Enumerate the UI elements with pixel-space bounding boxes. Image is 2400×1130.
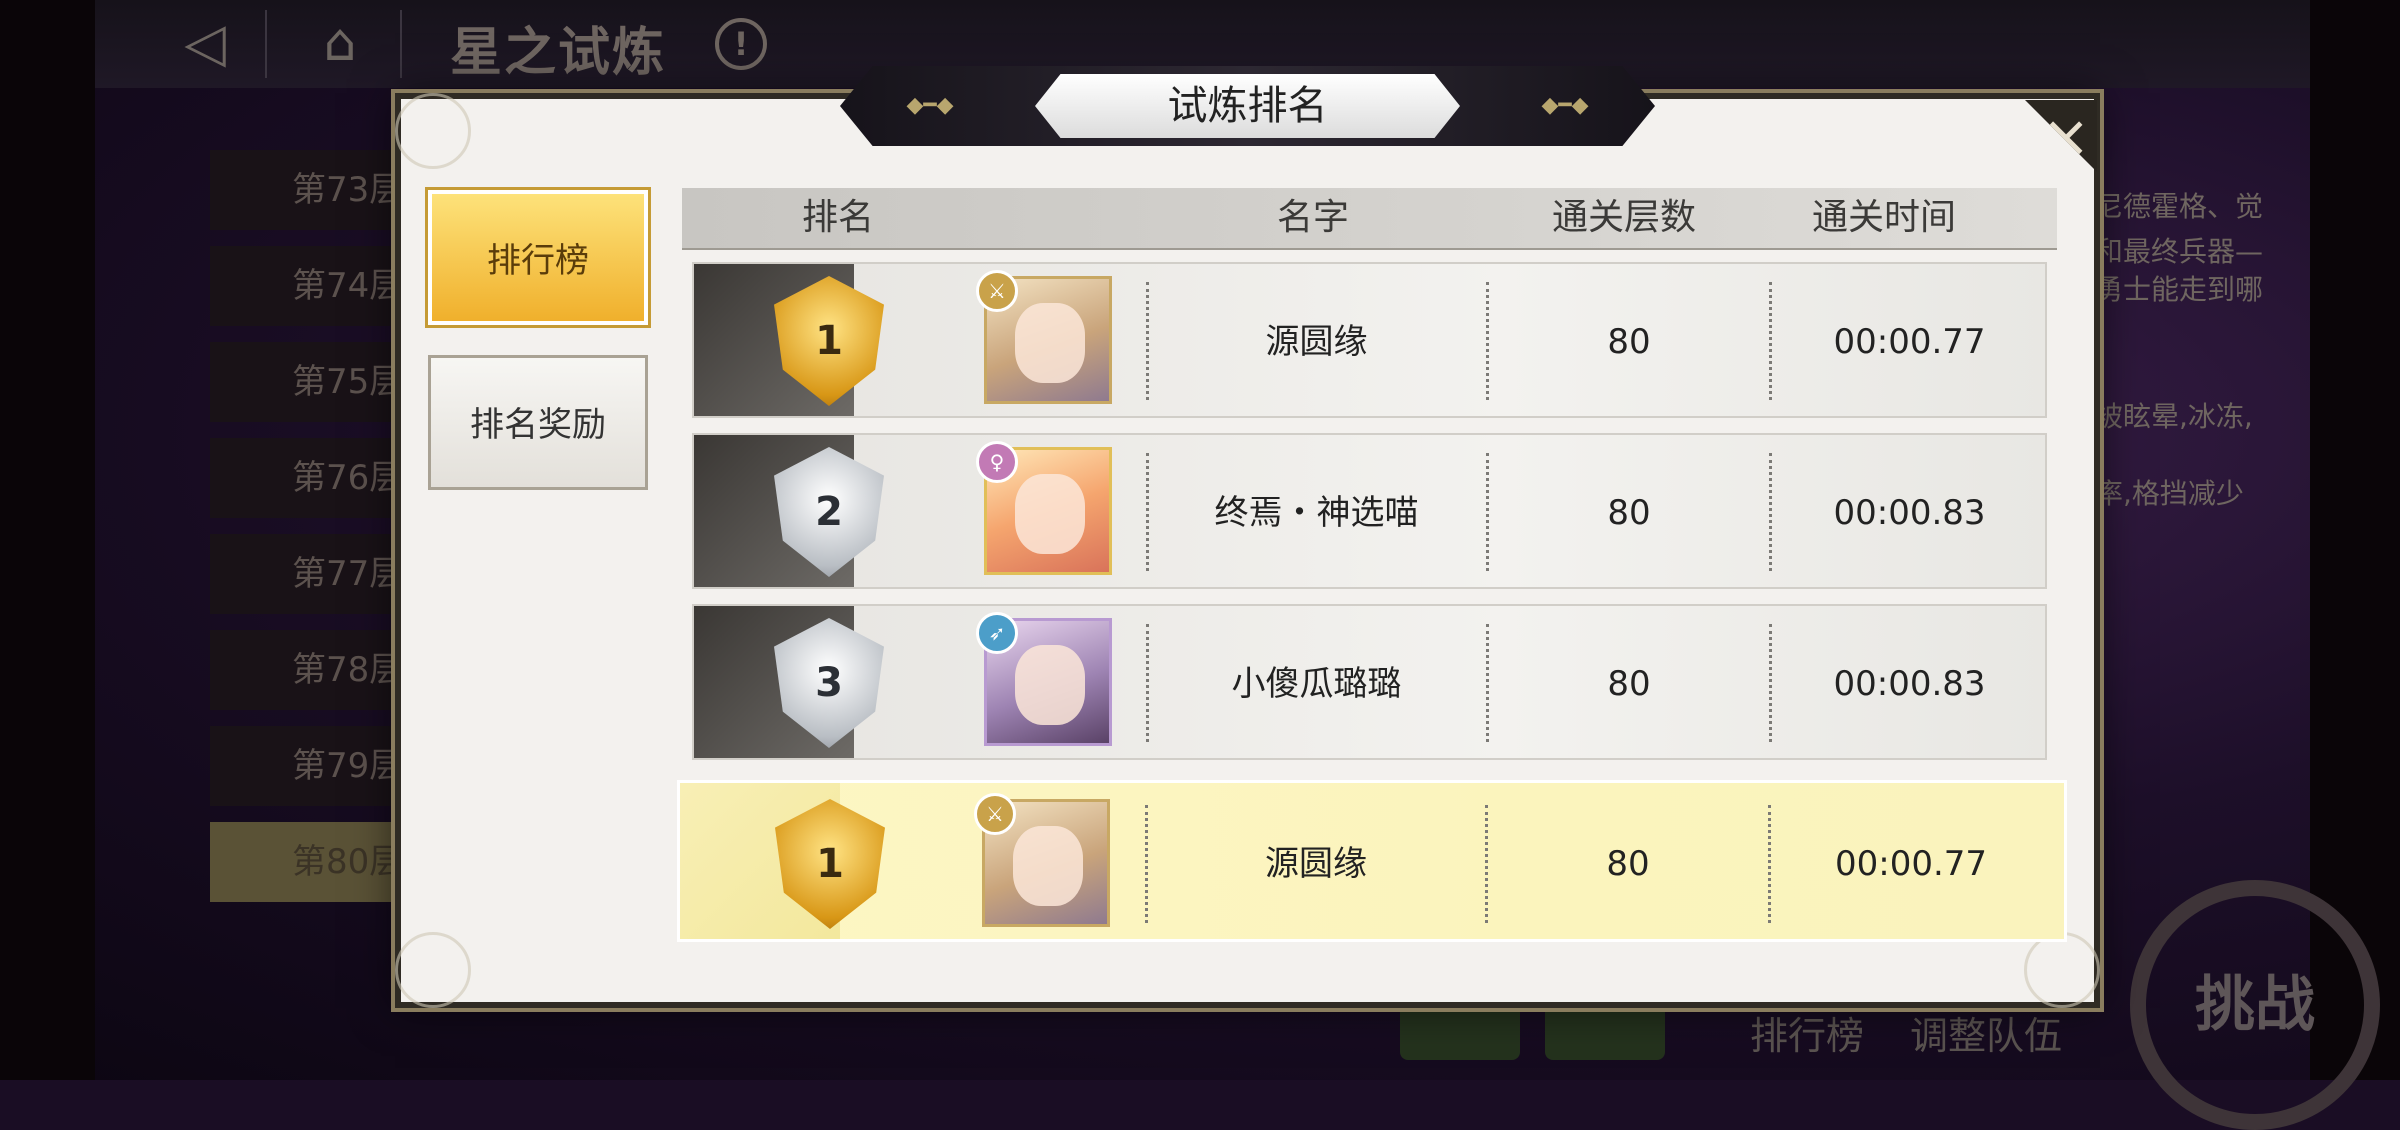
description-text: 率,格挡减少 [2095, 477, 2244, 510]
dialog-title: 试炼排名 [1035, 74, 1460, 138]
avatar-face [1015, 645, 1085, 725]
divider [265, 10, 267, 78]
corner-ornament [2024, 932, 2100, 1008]
my-rank-row[interactable]: 1 ⚔ 源圆缘 80 00:00.77 [677, 780, 2067, 942]
clear-time: 00:00.77 [1833, 322, 1986, 362]
corner-ornament [395, 932, 471, 1008]
team-icon [1545, 1000, 1665, 1060]
column-header-name: 名字 [1277, 197, 1350, 238]
description-text: 勇士能走到哪 [2095, 273, 2264, 306]
player-name: 小傻瓜璐璐 [1231, 664, 1402, 704]
cleared-floors: 80 [1607, 664, 1651, 704]
description-text: 被眩晕,冰冻, [2095, 400, 2253, 433]
player-name: 源圆缘 [1265, 844, 1367, 884]
leaderboard-button[interactable]: 排行榜 [1750, 1005, 1864, 1060]
table-row[interactable]: 3 ➶ 小傻瓜璐璐 80 00:00.83 [692, 604, 2047, 760]
clear-time: 00:00.83 [1833, 664, 1986, 704]
description-text: 和最终兵器— [2095, 235, 2264, 268]
avatar-face [1015, 303, 1085, 383]
column-header-time: 通关时间 [1812, 197, 1957, 238]
description-text: 尼德霍格、觉 [2095, 190, 2264, 223]
info-icon[interactable]: ! [715, 18, 767, 70]
tab-rank-rewards[interactable]: 排名奖励 [428, 355, 648, 490]
dialog-title-plate: ◆━◆ 试炼排名 ◆━◆ [840, 66, 1655, 146]
screen-edge-left [0, 0, 95, 1080]
tab-leaderboard[interactable]: 排行榜 [428, 190, 648, 325]
clear-time: 00:00.77 [1834, 844, 1988, 884]
page-title: 星之试炼 [450, 23, 667, 83]
corner-ornament [395, 93, 471, 169]
player-name: 终焉・神选喵 [1214, 493, 1419, 533]
cleared-floors: 80 [1607, 493, 1651, 533]
title-ornament-icon: ◆━◆ [906, 93, 954, 118]
class-badge-icon: ♀ [976, 441, 1018, 483]
column-header-floors: 通关层数 [1552, 197, 1697, 238]
avatar-face [1013, 826, 1083, 906]
divider [400, 10, 402, 78]
clear-time: 00:00.83 [1833, 493, 1986, 533]
table-row[interactable]: 1 ⚔ 源圆缘 80 00:00.77 [692, 262, 2047, 418]
home-icon[interactable]: ⌂ [300, 8, 380, 78]
cleared-floors: 80 [1606, 844, 1650, 884]
challenge-button[interactable]: 挑战 [2130, 880, 2380, 1130]
class-badge-icon: ➶ [976, 612, 1018, 654]
back-arrow-icon[interactable]: ◁ [150, 8, 260, 78]
class-badge-icon: ⚔ [974, 793, 1016, 835]
class-badge-icon: ⚔ [976, 270, 1018, 312]
avatar-face [1015, 474, 1085, 554]
adjust-team-button[interactable]: 调整队伍 [1910, 1005, 2062, 1060]
team-icon [1400, 1000, 1520, 1060]
table-row[interactable]: 2 ♀ 终焉・神选喵 80 00:00.83 [692, 433, 2047, 589]
player-name: 源圆缘 [1265, 322, 1368, 362]
cleared-floors: 80 [1607, 322, 1651, 362]
title-ornament-icon: ◆━◆ [1541, 93, 1589, 118]
table-header: 排名 名字 通关层数 通关时间 [682, 188, 2057, 250]
column-header-rank: 排名 [802, 197, 875, 238]
